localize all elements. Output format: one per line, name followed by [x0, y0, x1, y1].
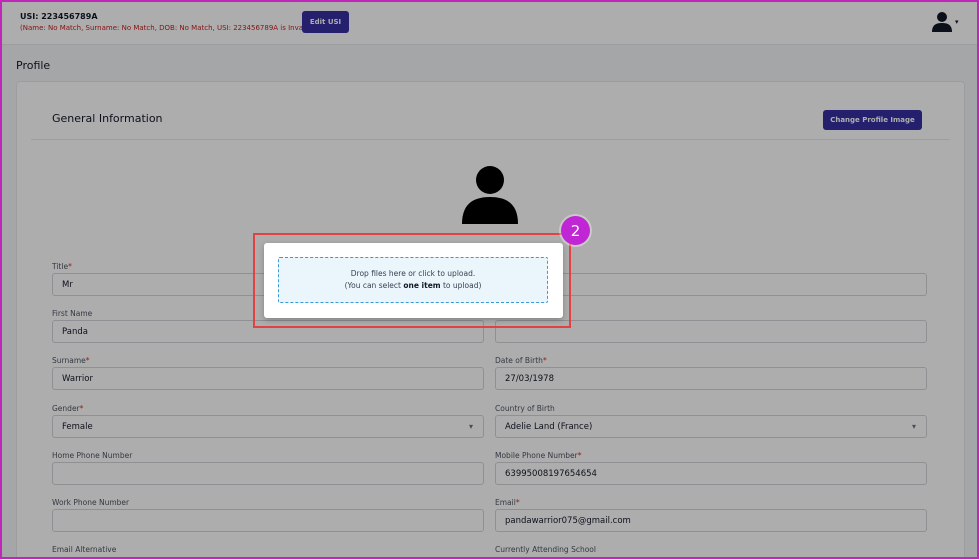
step-number-badge: 2 — [561, 216, 590, 245]
app-frame: USI: 223456789A (Name: No Match, Surname… — [0, 0, 979, 559]
annotation-highlight-box — [253, 233, 571, 328]
